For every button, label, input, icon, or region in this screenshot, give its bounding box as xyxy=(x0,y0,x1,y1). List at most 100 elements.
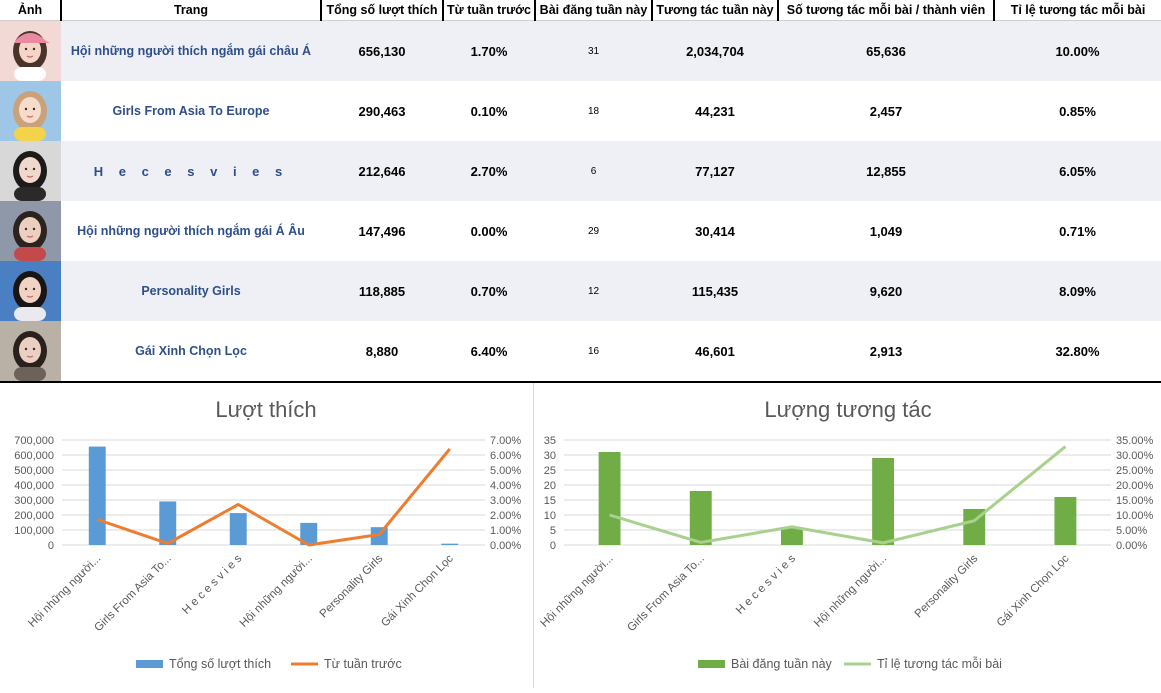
change-value: 6.40% xyxy=(443,321,535,381)
likes-value: 656,130 xyxy=(321,20,443,81)
table-row: Hội những người thích ngắm gái châu Á 656… xyxy=(0,20,1161,81)
y-tick-label: 25 xyxy=(544,465,556,477)
line-series xyxy=(96,448,451,547)
y2-tick-label: 20.00% xyxy=(1116,480,1154,492)
x-tick-label: Hội những người... xyxy=(238,553,315,630)
legend-label: Tỉ lệ tương tác mỗi bài xyxy=(877,656,1002,671)
rate-value: 0.71% xyxy=(994,201,1161,261)
thumbnail-cell xyxy=(0,20,61,81)
woman-street-photo xyxy=(0,201,61,261)
woman-sky-photo xyxy=(0,261,61,321)
thumbnail-cell xyxy=(0,261,61,321)
per-post-value: 1,049 xyxy=(778,201,994,261)
header-week-change: Từ tuần trước xyxy=(443,0,536,21)
posts-value: 31 xyxy=(535,20,652,81)
y-tick-label: 500,000 xyxy=(14,465,54,477)
legend-swatch-bar xyxy=(136,660,163,668)
header-photo: Ảnh xyxy=(0,0,62,21)
legend-label: Bài đăng tuần này xyxy=(731,657,833,671)
page-link[interactable]: Girls From Asia To Europe xyxy=(61,81,321,141)
likes-chart: Lượt thích 0 0.00% 100,000 1.00% 200,000 2.00%… xyxy=(0,383,533,688)
interactions-value: 46,601 xyxy=(652,321,778,381)
y2-tick-label: 35.00% xyxy=(1116,435,1154,447)
y2-tick-label: 7.00% xyxy=(490,435,521,447)
header-interactions: Tương tác tuần này xyxy=(652,0,779,21)
y2-tick-label: 0.00% xyxy=(490,540,521,552)
rate-value: 32.80% xyxy=(994,321,1161,381)
y-tick-label: 30 xyxy=(544,450,556,462)
per-post-value: 9,620 xyxy=(778,261,994,321)
y-tick-label: 600,000 xyxy=(14,450,54,462)
table-row: Hội những người thích ngắm gái Á Âu 147,4… xyxy=(0,201,1161,261)
rate-value: 0.85% xyxy=(994,81,1161,141)
table-row: Girls From Asia To Europe 290,463 0.10% 18 4… xyxy=(0,81,1161,141)
page-link[interactable]: H e c e s v i e s xyxy=(61,141,321,201)
header-per-post: Số tương tác mỗi bài / thành viên xyxy=(778,0,995,21)
interactions-value: 77,127 xyxy=(652,141,778,201)
x-tick-label: Girls From Asia To... xyxy=(92,553,174,635)
interactions-value: 115,435 xyxy=(652,261,778,321)
page-link[interactable]: Hội những người thích ngắm gái châu Á xyxy=(61,20,321,81)
posts-value: 29 xyxy=(535,201,652,261)
woman-dark-hair-photo xyxy=(0,141,61,201)
header-page: Trang xyxy=(61,0,322,21)
y-tick-label: 35 xyxy=(544,435,556,447)
per-post-value: 12,855 xyxy=(778,141,994,201)
x-tick-label: Hội những người... xyxy=(539,553,616,630)
interactions-value: 30,414 xyxy=(652,201,778,261)
x-tick-label: Gái Xinh Chọn Lọc xyxy=(995,552,1072,629)
woman-indoor-photo xyxy=(0,321,61,381)
change-value: 0.10% xyxy=(443,81,535,141)
page-link[interactable]: Gái Xinh Chọn Lọc xyxy=(61,321,321,381)
x-tick-label: Gái Xinh Chọn Lọc xyxy=(379,552,456,629)
page-link[interactable]: Personality Girls xyxy=(61,261,321,321)
page-link[interactable]: Hội những người thích ngắm gái Á Âu xyxy=(61,201,321,261)
pages-table: Ảnh Trang Tổng số lượt thích Từ tuần trư… xyxy=(0,0,1161,381)
y2-tick-label: 6.00% xyxy=(490,450,521,462)
posts-value: 12 xyxy=(535,261,652,321)
y2-tick-label: 5.00% xyxy=(490,465,521,477)
per-post-value: 65,636 xyxy=(778,20,994,81)
rate-value: 6.05% xyxy=(994,141,1161,201)
y-tick-label: 10 xyxy=(544,510,556,522)
header-posts: Bài đăng tuần này xyxy=(535,0,653,21)
y2-tick-label: 4.00% xyxy=(490,480,521,492)
chart-title: Lượt thích xyxy=(215,397,316,422)
y2-tick-label: 5.00% xyxy=(1116,525,1147,537)
y2-tick-label: 25.00% xyxy=(1116,465,1154,477)
thumbnail-cell xyxy=(0,81,61,141)
interactions-value: 2,034,704 xyxy=(652,20,778,81)
woman-pink-cap-photo xyxy=(0,21,61,81)
y2-tick-label: 1.00% xyxy=(490,525,521,537)
change-value: 0.00% xyxy=(443,201,535,261)
bar xyxy=(88,446,106,545)
interaction-chart: Lượng tương tác 0 0.00% 5 5.00% 10 10.00% 15 15.… xyxy=(534,383,1161,688)
bar xyxy=(872,458,895,545)
change-value: 2.70% xyxy=(443,141,535,201)
y2-tick-label: 0.00% xyxy=(1116,540,1147,552)
y2-tick-label: 3.00% xyxy=(490,495,521,507)
likes-value: 212,646 xyxy=(321,141,443,201)
likes-chart-svg: Lượt thích 0 0.00% 100,000 1.00% 200,000 2.00%… xyxy=(14,397,521,671)
y-tick-label: 0 xyxy=(48,540,54,552)
y-tick-label: 20 xyxy=(544,480,556,492)
legend-label: Từ tuần trước xyxy=(324,657,402,671)
interactions-value: 44,231 xyxy=(652,81,778,141)
bar xyxy=(229,513,247,545)
line-series xyxy=(609,445,1067,545)
posts-value: 16 xyxy=(535,321,652,381)
y-tick-label: 200,000 xyxy=(14,510,54,522)
y-tick-label: 5 xyxy=(550,525,556,537)
y-tick-label: 300,000 xyxy=(14,495,54,507)
likes-value: 147,496 xyxy=(321,201,443,261)
y2-tick-label: 30.00% xyxy=(1116,450,1154,462)
legend-swatch-bar xyxy=(698,660,725,668)
likes-value: 8,880 xyxy=(321,321,443,381)
y-tick-label: 15 xyxy=(544,495,556,507)
y-tick-label: 400,000 xyxy=(14,480,54,492)
table-header-row: Ảnh Trang Tổng số lượt thích Từ tuần trư… xyxy=(0,0,1161,21)
bar xyxy=(159,501,177,545)
x-tick-label: Personality Girls xyxy=(318,552,386,620)
thumbnail-cell xyxy=(0,321,61,381)
x-tick-label: Hội những người... xyxy=(26,553,103,630)
